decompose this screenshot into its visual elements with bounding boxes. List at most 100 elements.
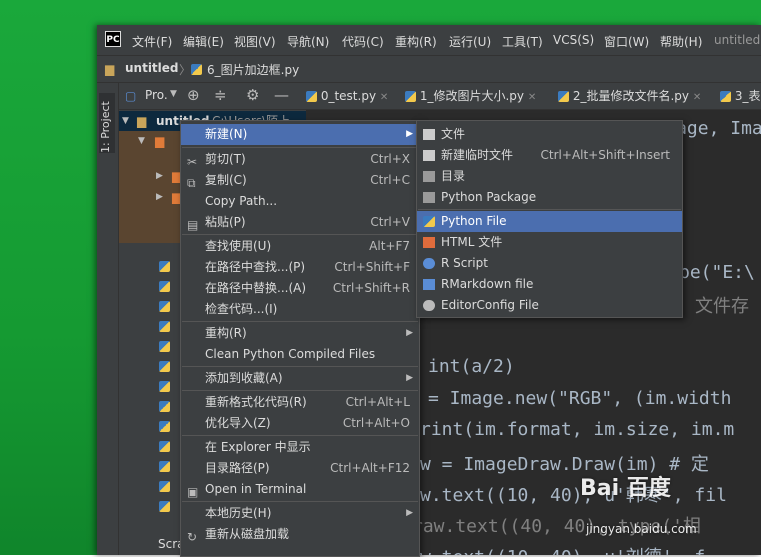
submenu-item-python-file[interactable]: Python File — [417, 211, 682, 232]
menu-file[interactable]: 文件(F) — [132, 33, 172, 50]
menu-item-add-favorites[interactable]: 添加到收藏(A) ▶ — [181, 368, 419, 389]
submenu-item-label: EditorConfig File — [441, 298, 539, 312]
menu-item-label: 优化导入(Z) — [205, 416, 271, 430]
menu-item-label: 重新从磁盘加载 — [205, 527, 290, 541]
tab-3[interactable]: 3_表 — [720, 83, 760, 109]
menu-item-label: 本地历史(H) — [205, 506, 272, 520]
menu-run[interactable]: 运行(U) — [449, 33, 491, 50]
python-file-icon[interactable] — [159, 479, 170, 493]
menu-item-label: 在路径中查找...(P) — [205, 260, 306, 274]
menu-item-shortcut: Ctrl+Alt+O — [342, 416, 410, 430]
menu-item-new[interactable]: 新建(N) ▶ — [181, 124, 419, 145]
menu-item-label: 重构(R) — [205, 326, 247, 340]
menu-separator — [182, 234, 418, 235]
menu-navigate[interactable]: 导航(N) — [287, 33, 329, 50]
breadcrumb-project[interactable]: untitled — [125, 61, 179, 75]
menu-item-local-history[interactable]: 本地历史(H) ▶ — [181, 503, 419, 524]
submenu-item-scratch-file[interactable]: 新建临时文件 Ctrl+Alt+Shift+Insert — [417, 145, 682, 166]
new-submenu: 文件 新建临时文件 Ctrl+Alt+Shift+Insert 目录 Pytho… — [416, 120, 683, 318]
python-file-icon[interactable] — [159, 379, 170, 393]
menu-item-cut[interactable]: ✂ 剪切(T) Ctrl+X — [181, 149, 419, 170]
menu-item-reformat[interactable]: 重新格式化代码(R) Ctrl+Alt+L — [181, 392, 419, 413]
menu-refactor[interactable]: 重构(R) — [395, 33, 437, 50]
python-file-icon[interactable] — [159, 359, 170, 373]
menu-item-shortcut: Ctrl+Alt+F12 — [330, 461, 410, 475]
submenu-item-editorconfig[interactable]: EditorConfig File — [417, 295, 682, 316]
python-file-icon[interactable] — [159, 259, 170, 273]
python-file-icon[interactable] — [159, 319, 170, 333]
menu-item-label: 添加到收藏(A) — [205, 371, 283, 385]
menu-window[interactable]: 窗口(W) — [604, 33, 649, 50]
close-icon[interactable]: ✕ — [528, 92, 536, 103]
menu-item-refactor[interactable]: 重构(R) ▶ — [181, 323, 419, 344]
menu-code[interactable]: 代码(C) — [342, 33, 384, 50]
tab-0-test[interactable]: 0_test.py ✕ — [306, 83, 388, 109]
menu-item-shortcut: Ctrl+X — [370, 152, 410, 166]
context-menu: 新建(N) ▶ ✂ 剪切(T) Ctrl+X ⧉ 复制(C) Ctrl+C Co… — [180, 120, 420, 557]
menu-item-find-in-path[interactable]: 在路径中查找...(P) Ctrl+Shift+F — [181, 257, 419, 278]
submenu-item-directory[interactable]: 目录 — [417, 166, 682, 187]
chevron-down-icon[interactable]: ▼ — [170, 89, 177, 99]
menu-item-label: 查找使用(U) — [205, 239, 272, 253]
menu-view[interactable]: 视图(V) — [234, 33, 276, 50]
project-tool-window-button[interactable]: 1: Project — [99, 93, 115, 153]
submenu-arrow-icon: ▶ — [406, 373, 413, 383]
project-view-title[interactable]: Pro. — [145, 88, 168, 102]
submenu-item-label: 目录 — [441, 169, 466, 183]
python-file-icon[interactable] — [159, 279, 170, 293]
menu-edit[interactable]: 编辑(E) — [183, 33, 224, 50]
tab-2-rename[interactable]: 2_批量修改文件名.py ✕ — [558, 83, 701, 109]
menu-item-open-terminal[interactable]: ▣ Open in Terminal — [181, 479, 419, 500]
code-line: rint(im.format, im.size, im.m — [420, 419, 735, 440]
breadcrumb-file[interactable]: 6_图片加边框.py — [207, 61, 299, 78]
menu-item-optimize-imports[interactable]: 优化导入(Z) Ctrl+Alt+O — [181, 413, 419, 434]
menu-item-shortcut: Ctrl+Shift+R — [332, 281, 410, 295]
menu-item-paste[interactable]: ▤ 粘贴(P) Ctrl+V — [181, 212, 419, 233]
menu-item-label: 目录路径(P) — [205, 461, 270, 475]
menu-item-reload-from-disk[interactable]: ↻ 重新从磁盘加载 — [181, 524, 419, 545]
menu-item-replace-in-path[interactable]: 在路径中替换...(A) Ctrl+Shift+R — [181, 278, 419, 299]
menu-separator — [182, 321, 418, 322]
menu-item-find-usages[interactable]: 查找使用(U) Alt+F7 — [181, 236, 419, 257]
tab-1-resize[interactable]: 1_修改图片大小.py ✕ — [405, 83, 536, 109]
submenu-item-r-script[interactable]: R Script — [417, 253, 682, 274]
gear-icon[interactable]: ⚙ — [246, 86, 259, 104]
menu-item-directory-path[interactable]: 目录路径(P) Ctrl+Alt+F12 — [181, 458, 419, 479]
submenu-item-shortcut: Ctrl+Alt+Shift+Insert — [540, 148, 670, 162]
code-line: pe("E:\ — [679, 262, 755, 283]
menu-item-show-in-explorer[interactable]: 在 Explorer 中显示 — [181, 437, 419, 458]
submenu-item-html-file[interactable]: HTML 文件 — [417, 232, 682, 253]
menu-tools[interactable]: 工具(T) — [502, 33, 543, 50]
menu-item-shortcut: Ctrl+V — [370, 215, 410, 229]
python-file-icon[interactable] — [159, 459, 170, 473]
python-file-icon[interactable] — [159, 499, 170, 513]
menu-item-label: 新建(N) — [205, 127, 248, 141]
minimize-icon[interactable]: — — [274, 86, 289, 104]
submenu-item-rmarkdown[interactable]: RMarkdown file — [417, 274, 682, 295]
collapse-all-icon[interactable]: ≑ — [214, 86, 227, 104]
expand-arrow-icon: ▼ — [122, 116, 129, 126]
menu-item-copy[interactable]: ⧉ 复制(C) Ctrl+C — [181, 170, 419, 191]
python-file-icon[interactable] — [159, 299, 170, 313]
close-icon[interactable]: ✕ — [380, 92, 388, 103]
submenu-item-file[interactable]: 文件 — [417, 124, 682, 145]
menu-item-shortcut: Ctrl+Shift+F — [334, 260, 410, 274]
locate-icon[interactable]: ⊕ — [187, 86, 200, 104]
editor-tab-bar: 0_test.py ✕ 1_修改图片大小.py ✕ 2_批量修改文件名.py ✕… — [306, 83, 761, 110]
python-file-icon[interactable] — [159, 439, 170, 453]
menu-help[interactable]: 帮助(H) — [660, 33, 702, 50]
submenu-item-label: 文件 — [441, 127, 466, 141]
menu-separator — [182, 390, 418, 391]
menu-item-inspect-code[interactable]: 检查代码...(I) — [181, 299, 419, 320]
python-file-icon[interactable] — [159, 339, 170, 353]
menu-item-label: 粘贴(P) — [205, 215, 246, 229]
python-file-icon[interactable] — [159, 419, 170, 433]
baidu-watermark-url: jingyan.baidu.com — [586, 522, 697, 536]
menu-item-clean-compiled[interactable]: Clean Python Compiled Files — [181, 344, 419, 365]
submenu-item-python-package[interactable]: Python Package — [417, 187, 682, 208]
close-icon[interactable]: ✕ — [693, 92, 701, 103]
menu-item-copy-path[interactable]: Copy Path... — [181, 191, 419, 212]
menu-separator — [182, 435, 418, 436]
menu-vcs[interactable]: VCS(S) — [553, 33, 594, 47]
python-file-icon[interactable] — [159, 399, 170, 413]
